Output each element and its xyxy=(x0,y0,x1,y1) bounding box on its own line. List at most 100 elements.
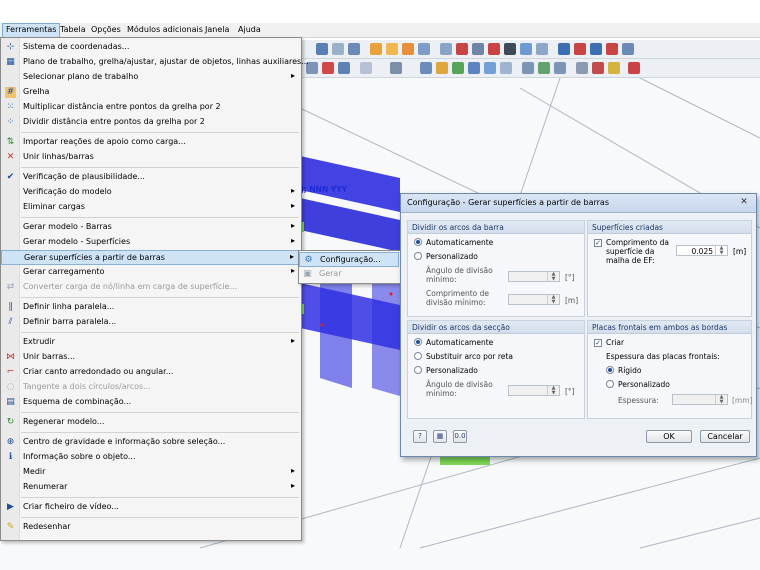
toolbar-icon[interactable] xyxy=(608,62,620,74)
toolbar-icon[interactable] xyxy=(558,43,570,55)
defaults-icon[interactable]: ▦ xyxy=(433,430,447,443)
toolbar-icon[interactable] xyxy=(468,62,480,74)
radio-member-custom[interactable] xyxy=(414,252,422,260)
toolbar-icon[interactable] xyxy=(536,43,548,55)
checkbox-create-plates[interactable]: ✓ xyxy=(594,339,602,347)
menu-item-definir-linha-paralela[interactable]: ∥ Definir linha paralela... xyxy=(1,300,301,315)
menu-item-importar-reacoes[interactable]: ⇅ Importar reações de apoio como carga..… xyxy=(1,135,301,150)
toolbar-icon[interactable] xyxy=(622,43,634,55)
radio-label: Personalizado xyxy=(618,380,670,389)
toolbar-icon[interactable] xyxy=(488,43,500,55)
toolbar-icon[interactable] xyxy=(538,62,550,74)
group-divide-section-arcs: Dividir os arcos da secção Automaticamen… xyxy=(407,320,585,419)
toolbar-icon[interactable] xyxy=(484,62,496,74)
menu-modulos-adicionais[interactable]: Módulos adicionais xyxy=(127,25,203,34)
mesh-length-spinner[interactable]: 0.025 ▲ ▼ xyxy=(676,245,728,256)
toolbar-icon[interactable] xyxy=(500,62,512,74)
reset-values-icon[interactable]: 0.0 xyxy=(453,430,467,443)
menu-item-verificacao-plausibilidade[interactable]: ✔ Verificação de plausibilidade... xyxy=(1,170,301,185)
menu-tabela[interactable]: Tabela xyxy=(60,25,86,34)
menu-item-criar-video[interactable]: ▶ Criar ficheiro de vídeo... xyxy=(1,500,301,515)
radio-member-auto[interactable] xyxy=(414,238,422,246)
toolbar-icon[interactable] xyxy=(472,43,484,55)
menu-item-dividir-grelha[interactable]: ⁘ Dividir distância entre pontos da grel… xyxy=(1,115,301,130)
menu-item-renumerar[interactable]: Renumerar ▸ xyxy=(1,480,301,495)
cancel-button[interactable]: Cancelar xyxy=(700,430,750,443)
menu-item-extrudir[interactable]: Extrudir ▸ xyxy=(1,335,301,350)
toolbar-icon[interactable] xyxy=(390,62,402,74)
toolbar-icon[interactable] xyxy=(338,62,350,74)
toolbar-icon[interactable] xyxy=(456,43,468,55)
menu-item-criar-canto[interactable]: ⌐ Criar canto arredondado ou angular... xyxy=(1,365,301,380)
menu-item-redesenhar[interactable]: ✎ Redesenhar xyxy=(1,520,301,535)
toolbar-icon[interactable] xyxy=(316,43,328,55)
close-icon[interactable]: ✕ xyxy=(738,197,750,208)
menu-item-unir-barras[interactable]: ⋈ Unir barras... xyxy=(1,350,301,365)
toolbar-icon[interactable] xyxy=(440,43,452,55)
menu-item-gerar-superficies-barras[interactable]: Gerar superfícies a partir de barras ▸ xyxy=(1,250,301,265)
radio-section-auto[interactable] xyxy=(414,338,422,346)
toolbar-icon[interactable] xyxy=(504,43,516,55)
menu-item-grelha[interactable]: # Grelha xyxy=(1,85,301,100)
toolbar-icon[interactable] xyxy=(332,43,344,55)
menu-janela[interactable]: Janela xyxy=(205,25,229,34)
toolbar-icon[interactable] xyxy=(322,62,334,74)
radio-plate-custom[interactable] xyxy=(606,380,614,388)
menu-item-unir-linhas[interactable]: ✕ Unir linhas/barras xyxy=(1,150,301,165)
help-icon[interactable]: ? xyxy=(413,430,427,443)
toolbar-icon[interactable] xyxy=(418,43,430,55)
menu-item-label: Eliminar cargas xyxy=(23,202,85,211)
radio-section-custom[interactable] xyxy=(414,366,422,374)
menu-item-informacao-objeto[interactable]: ℹ Informação sobre o objeto... xyxy=(1,450,301,465)
menu-item-gerar-modelo-superficies[interactable]: Gerar modelo - Superfícies ▸ xyxy=(1,235,301,250)
centroid-icon: ⊕ xyxy=(6,437,15,447)
radio-label: Rígido xyxy=(618,366,642,375)
toolbar-icon[interactable] xyxy=(420,62,432,74)
toolbar-icon[interactable] xyxy=(574,43,586,55)
menu-item-medir[interactable]: Medir ▸ xyxy=(1,465,301,480)
menu-ajuda[interactable]: Ajuda xyxy=(238,25,261,34)
toolbar-icon[interactable] xyxy=(452,62,464,74)
menu-item-centro-gravidade[interactable]: ⊕ Centro de gravidade e informação sobre… xyxy=(1,435,301,450)
menu-item-sistema-coordenadas[interactable]: ⊹ Sistema de coordenadas... xyxy=(1,40,301,55)
toolbar-icon[interactable] xyxy=(520,43,532,55)
toolbar-icon[interactable] xyxy=(592,62,604,74)
radio-rigid[interactable] xyxy=(606,366,614,374)
toolbar-icon[interactable] xyxy=(606,43,618,55)
toolbar-icon[interactable] xyxy=(370,43,382,55)
menu-item-eliminar-cargas[interactable]: Eliminar cargas ▸ xyxy=(1,200,301,215)
group-heading: Superfícies criadas xyxy=(592,223,663,232)
toolbar-icon[interactable] xyxy=(554,62,566,74)
toolbar-icon[interactable] xyxy=(402,43,414,55)
settings-dialog: Configuração - Gerar superfícies a parti… xyxy=(400,193,757,457)
menu-item-regenerar-modelo[interactable]: ↻ Regenerar modelo... xyxy=(1,415,301,430)
menu-item-gerar-modelo-barras[interactable]: Gerar modelo - Barras ▸ xyxy=(1,220,301,235)
menu-ferramentas[interactable]: Ferramentas xyxy=(2,23,61,38)
min-angle-spinner: ▲ ▼ xyxy=(508,271,560,282)
menu-item-definir-barra-paralela[interactable]: ⫽ Definir barra paralela... xyxy=(1,315,301,330)
group-heading: Dividir os arcos da secção xyxy=(412,323,510,332)
toolbar-icon[interactable] xyxy=(348,43,360,55)
toolbar-row-2 xyxy=(300,59,760,78)
menu-item-esquema-combinacao[interactable]: ▤ Esquema de combinação... xyxy=(1,395,301,410)
menu-item-multiplicar-grelha[interactable]: ⁙ Multiplicar distância entre pontos da … xyxy=(1,100,301,115)
submenu-item-configuracao[interactable]: ⚙ Configuração... xyxy=(299,252,399,267)
radio-section-replace[interactable] xyxy=(414,352,422,360)
checkbox-mesh-length[interactable]: ✓ xyxy=(594,239,602,247)
toolbar-icon[interactable] xyxy=(590,43,602,55)
menu-item-label: Regenerar modelo... xyxy=(23,417,105,426)
toolbar-icon[interactable] xyxy=(522,62,534,74)
menu-item-gerar-carregamento[interactable]: Gerar carregamento ▸ xyxy=(1,265,301,280)
toolbar-icon[interactable] xyxy=(628,62,640,74)
toolbar-icon[interactable] xyxy=(386,43,398,55)
menu-item-plano-trabalho[interactable]: ▦ Plano de trabalho, grelha/ajustar, aju… xyxy=(1,55,309,70)
menu-item-verificacao-modelo[interactable]: Verificação do modelo ▸ xyxy=(1,185,301,200)
spinner-arrows-icon[interactable]: ▲ ▼ xyxy=(715,246,727,255)
menu-opcoes[interactable]: Opções xyxy=(91,25,121,34)
toolbar-icon[interactable] xyxy=(360,62,372,74)
toolbar-icon[interactable] xyxy=(576,62,588,74)
ok-button[interactable]: OK xyxy=(646,430,692,443)
submenu-arrow-icon: ▸ xyxy=(290,71,295,80)
toolbar-icon[interactable] xyxy=(436,62,448,74)
menu-item-selecionar-plano[interactable]: Selecionar plano de trabalho ▸ xyxy=(1,70,301,85)
